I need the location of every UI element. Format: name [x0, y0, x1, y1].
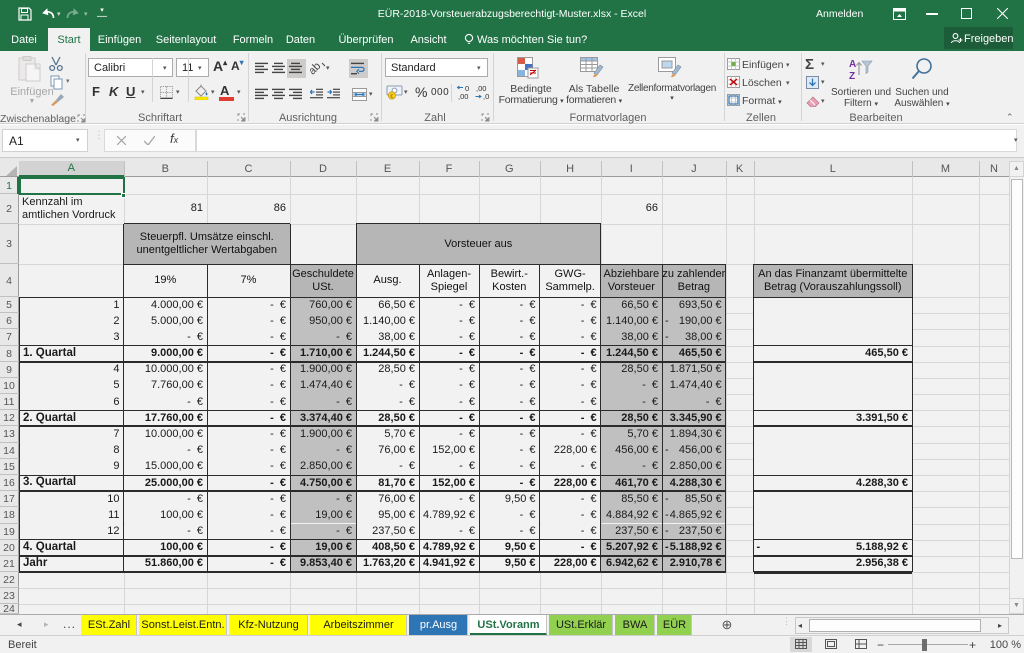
svg-text:ab: ab [310, 60, 323, 75]
svg-text:A: A [849, 59, 856, 70]
svg-text:Z: Z [849, 71, 855, 82]
svg-text:€: € [390, 94, 393, 100]
svg-text:,00: ,00 [458, 92, 468, 101]
svg-text:,0: ,0 [483, 92, 489, 101]
